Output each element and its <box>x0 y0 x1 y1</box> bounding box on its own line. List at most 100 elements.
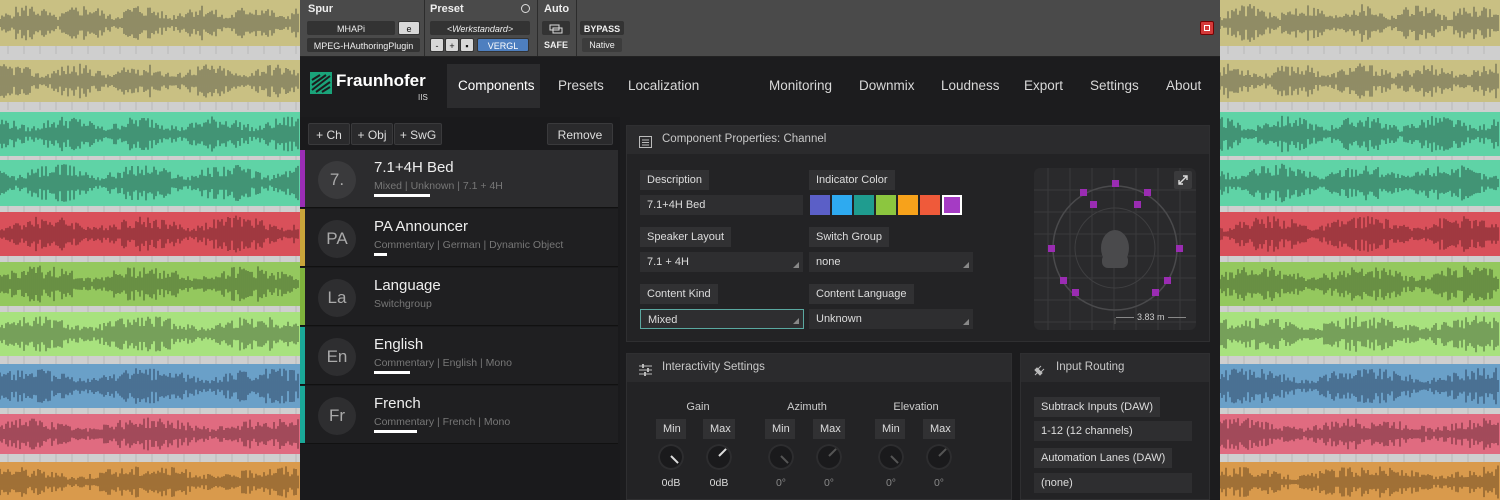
preset-plus-button[interactable]: + <box>445 38 459 52</box>
speaker-marker <box>1164 277 1171 284</box>
main-nav: Fraunhofer IIS Components Presets Locali… <box>300 57 1220 117</box>
color-swatch[interactable] <box>942 195 962 215</box>
component-subtitle: Switchgroup <box>374 298 432 310</box>
close-icon[interactable] <box>1200 21 1214 35</box>
component-title: PA Announcer <box>374 218 468 235</box>
preset-selector[interactable]: <Werkstandard> <box>430 21 530 35</box>
component-avatar: La <box>318 279 356 317</box>
azimuth-label: Azimuth <box>787 401 827 413</box>
color-swatch[interactable] <box>898 195 918 215</box>
component-level-meter <box>374 194 430 197</box>
preset-header: Preset <box>430 3 464 15</box>
tab-monitoring[interactable]: Monitoring <box>758 64 843 108</box>
speaker-marker <box>1072 289 1079 296</box>
tab-about[interactable]: About <box>1155 64 1212 108</box>
switch-group-select[interactable]: none <box>809 252 973 272</box>
component-title: English <box>374 336 424 353</box>
plugin-selector[interactable]: MPEG-HAuthoringPlugin <box>307 38 420 52</box>
bypass-button[interactable]: BYPASS <box>580 21 624 35</box>
tab-presets[interactable]: Presets <box>547 64 615 108</box>
distance-value: 3.83 m <box>1137 312 1165 322</box>
component-item[interactable]: 7. 7.1+4H Bed Mixed | Unknown | 7.1 + 4H <box>300 150 618 208</box>
component-avatar: 7. <box>318 161 356 199</box>
elevation-min-value: 0° <box>885 477 897 489</box>
add-channel-button[interactable]: + Ch <box>308 123 350 145</box>
color-swatch[interactable] <box>854 195 874 215</box>
component-subtitle: Commentary | German | Dynamic Object <box>374 239 564 251</box>
elevation-min-knob[interactable] <box>878 444 904 470</box>
preset-copy-button[interactable]: ▪ <box>460 38 474 52</box>
azimuth-min-value: 0° <box>775 477 787 489</box>
component-subtitle: Mixed | Unknown | 7.1 + 4H <box>374 180 503 192</box>
speaker-layout-select[interactable]: 7.1 + 4H <box>640 252 803 272</box>
component-item[interactable]: En English Commentary | English | Mono <box>300 327 618 385</box>
component-level-meter <box>374 371 410 374</box>
description-field[interactable]: 7.1+4H Bed <box>640 195 803 215</box>
switch-group-label: Switch Group <box>809 227 890 247</box>
azimuth-min-label: Min <box>765 419 795 439</box>
brand-name: Fraunhofer <box>336 71 426 90</box>
gain-min-knob[interactable] <box>658 444 684 470</box>
gain-min-label: Min <box>656 419 686 439</box>
add-object-button[interactable]: + Obj <box>351 123 393 145</box>
component-color-bar <box>300 386 305 443</box>
gain-label: Gain <box>686 401 710 413</box>
track-mode-button[interactable]: e <box>398 21 420 35</box>
preset-minus-button[interactable]: - <box>430 38 444 52</box>
color-swatch[interactable] <box>876 195 896 215</box>
tab-loudness[interactable]: Loudness <box>930 64 1011 108</box>
panel-title: Component Properties: Channel <box>662 133 827 145</box>
speaker-marker <box>1134 201 1141 208</box>
automation-icon[interactable] <box>542 21 570 35</box>
content-kind-select[interactable]: Mixed <box>640 309 804 329</box>
speaker-layout-label: Speaker Layout <box>640 227 732 247</box>
tab-downmix[interactable]: Downmix <box>848 64 926 108</box>
distance-scale: 3.83 m <box>1116 312 1186 322</box>
automation-lanes-label: Automation Lanes (DAW) <box>1034 448 1173 468</box>
track-selector[interactable]: MHAPi <box>307 21 395 35</box>
elevation-label: Elevation <box>893 401 939 413</box>
expand-icon[interactable] <box>1174 171 1192 189</box>
content-language-label: Content Language <box>809 284 914 304</box>
component-avatar: En <box>318 338 356 376</box>
tab-settings[interactable]: Settings <box>1079 64 1150 108</box>
add-switchgroup-button[interactable]: + SwG <box>394 123 442 145</box>
azimuth-max-knob[interactable] <box>816 444 842 470</box>
tab-localization[interactable]: Localization <box>617 64 710 108</box>
speaker-marker <box>1080 189 1087 196</box>
fraunhofer-logo: Fraunhofer IIS <box>310 67 430 107</box>
elevation-max-knob[interactable] <box>926 444 952 470</box>
azimuth-min-knob[interactable] <box>768 444 794 470</box>
gain-max-knob[interactable] <box>706 444 732 470</box>
component-item[interactable]: Fr French Commentary | French | Mono <box>300 386 618 444</box>
remove-button[interactable]: Remove <box>547 123 613 145</box>
color-swatch[interactable] <box>832 195 852 215</box>
component-title: Language <box>374 277 441 294</box>
azimuth-max-label: Max <box>813 419 845 439</box>
safe-button[interactable]: SAFE <box>540 38 572 52</box>
spur-header: Spur <box>308 3 334 15</box>
tab-export[interactable]: Export <box>1013 64 1074 108</box>
components-list-panel: + Ch + Obj + SwG Remove 7. 7.1+4H Bed Mi… <box>300 117 620 500</box>
component-item[interactable]: La Language Switchgroup <box>300 268 618 326</box>
color-swatch[interactable] <box>920 195 940 215</box>
speaker-marker <box>1048 245 1055 252</box>
tab-components[interactable]: Components <box>447 64 540 108</box>
subtrack-inputs-field[interactable]: 1-12 (12 channels) <box>1034 421 1192 441</box>
speaker-layout-visualizer[interactable]: 3.83 m <box>1034 168 1196 330</box>
plug-icon <box>1033 361 1046 380</box>
component-item[interactable]: PA PA Announcer Commentary | German | Dy… <box>300 209 618 267</box>
indicator-color-label: Indicator Color <box>809 170 895 190</box>
preset-menu-icon[interactable] <box>521 4 530 13</box>
content-language-select[interactable]: Unknown <box>809 309 973 329</box>
plugin-window: Spur Preset Auto MHAPi e MPEG-HAuthoring… <box>300 0 1220 500</box>
auto-header: Auto <box>544 3 570 15</box>
component-color-bar <box>300 268 305 325</box>
automation-lanes-field[interactable]: (none) <box>1034 473 1192 493</box>
plugin-header-bar: Spur Preset Auto MHAPi e MPEG-HAuthoring… <box>300 0 1220 57</box>
sliders-icon <box>639 361 652 380</box>
compare-button[interactable]: VERGL <box>477 38 529 52</box>
gain-min-value: 0dB <box>661 477 681 489</box>
component-title: 7.1+4H Bed <box>374 159 454 176</box>
color-swatch[interactable] <box>810 195 830 215</box>
